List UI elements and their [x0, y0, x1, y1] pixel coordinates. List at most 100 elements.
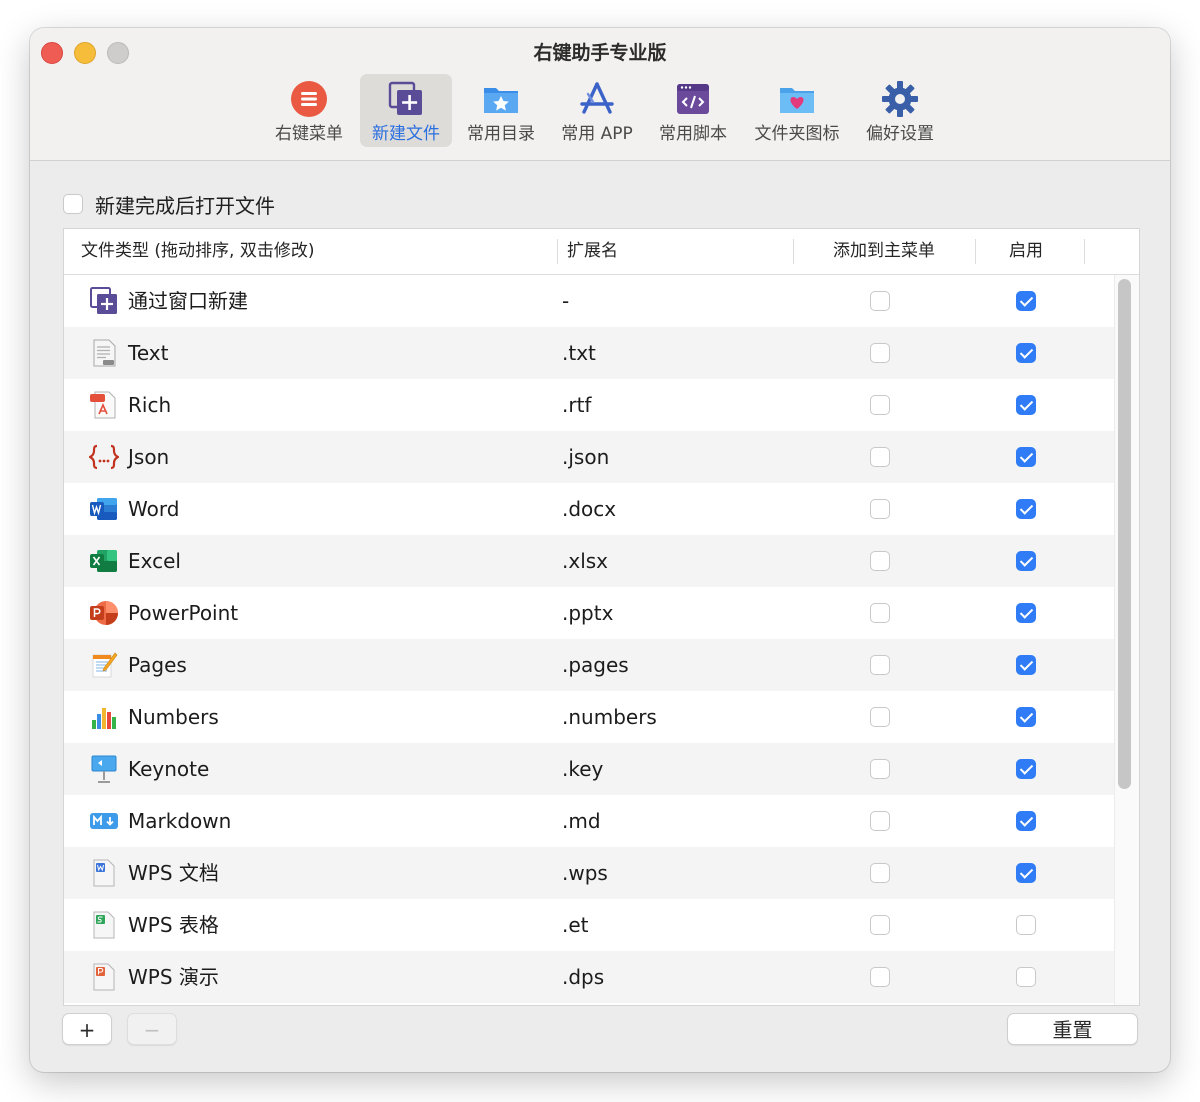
file-type-name: Pages — [128, 653, 187, 677]
column-divider — [1084, 239, 1085, 264]
main-content: 新建完成后打开文件 文件类型 (拖动排序, 双击修改) 扩展名 添加到主菜单 启… — [30, 161, 1170, 1072]
enabled-checkbox[interactable] — [1016, 499, 1036, 519]
app-window: 右键助手专业版 右键菜单 新建文件 常用目录 常用 APP 常用脚本 文件夹图标… — [30, 28, 1170, 1072]
add-to-main-checkbox[interactable] — [870, 395, 890, 415]
open-after-create-option[interactable]: 新建完成后打开文件 — [63, 189, 275, 219]
enabled-checkbox[interactable] — [1016, 707, 1036, 727]
table-row[interactable]: Keynote .key — [64, 743, 1114, 795]
table-row[interactable]: Markdown .md — [64, 795, 1114, 847]
column-header-add-to-main[interactable]: 添加到主菜单 — [794, 229, 974, 274]
menu-list-icon — [291, 81, 327, 117]
file-type-name: Keynote — [128, 757, 210, 781]
add-to-main-checkbox[interactable] — [870, 291, 890, 311]
wps-writer-icon — [93, 859, 115, 887]
file-extension: .json — [562, 445, 610, 469]
script-icon — [677, 84, 709, 114]
heart-folder-icon — [780, 88, 814, 113]
add-to-main-checkbox[interactable] — [870, 759, 890, 779]
file-extension: .xlsx — [562, 549, 609, 573]
add-to-main-checkbox[interactable] — [870, 499, 890, 519]
file-type-name: Excel — [128, 549, 181, 573]
tab-common-scripts[interactable]: 常用脚本 — [647, 74, 739, 147]
tab-new-file[interactable]: 新建文件 — [360, 74, 452, 147]
add-to-main-checkbox[interactable] — [870, 603, 890, 623]
markdown-icon — [90, 813, 118, 829]
scrollbar-thumb[interactable] — [1118, 279, 1131, 789]
open-after-create-label: 新建完成后打开文件 — [95, 193, 275, 218]
table-row[interactable]: Text .txt — [64, 327, 1114, 379]
tab-common-folders[interactable]: 常用目录 — [455, 74, 547, 147]
tab-label: 常用目录 — [467, 124, 535, 144]
table-row[interactable]: WPS 演示 .dps — [64, 951, 1114, 1003]
add-to-main-checkbox[interactable] — [870, 967, 890, 987]
tab-label: 常用脚本 — [659, 124, 727, 144]
app-store-icon — [580, 82, 614, 114]
tab-context-menu[interactable]: 右键菜单 — [262, 74, 356, 147]
table-row[interactable]: Pages .pages — [64, 639, 1114, 691]
remove-file-type-button[interactable]: − — [127, 1013, 177, 1045]
pages-icon — [92, 652, 118, 678]
add-to-main-checkbox[interactable] — [870, 707, 890, 727]
enabled-checkbox[interactable] — [1016, 603, 1036, 623]
table-row[interactable]: Json .json — [64, 431, 1114, 483]
add-to-main-checkbox[interactable] — [870, 447, 890, 467]
enabled-checkbox[interactable] — [1016, 395, 1036, 415]
table-row[interactable]: PowerPoint .pptx — [64, 587, 1114, 639]
tab-label: 常用 APP — [561, 124, 633, 144]
add-to-main-checkbox[interactable] — [870, 863, 890, 883]
json-file-icon — [89, 444, 119, 470]
file-type-name: Rich — [128, 393, 172, 417]
table-row[interactable]: WPS 表格 .et — [64, 899, 1114, 951]
enabled-checkbox[interactable] — [1016, 915, 1036, 935]
tab-common-apps[interactable]: 常用 APP — [550, 74, 644, 147]
file-type-table: 文件类型 (拖动排序, 双击修改) 扩展名 添加到主菜单 启用 通过窗口新建 -… — [63, 228, 1140, 1006]
file-type-name: WPS 演示 — [128, 965, 219, 989]
tab-preferences[interactable]: 偏好设置 — [855, 74, 945, 147]
file-type-name: WPS 表格 — [128, 913, 219, 937]
titlebar: 右键助手专业版 右键菜单 新建文件 常用目录 常用 APP 常用脚本 文件夹图标… — [30, 28, 1170, 161]
add-to-main-checkbox[interactable] — [870, 655, 890, 675]
numbers-icon — [92, 708, 116, 729]
add-to-main-checkbox[interactable] — [870, 343, 890, 363]
column-header-enabled[interactable]: 启用 — [976, 229, 1076, 274]
column-header-file-type[interactable]: 文件类型 (拖动排序, 双击修改) — [81, 229, 314, 274]
add-to-main-checkbox[interactable] — [870, 915, 890, 935]
enabled-checkbox[interactable] — [1016, 343, 1036, 363]
rtf-file-icon — [90, 391, 116, 419]
enabled-checkbox[interactable] — [1016, 811, 1036, 831]
file-type-name: Markdown — [128, 809, 232, 833]
table-row[interactable]: Excel .xlsx — [64, 535, 1114, 587]
table-row[interactable]: Numbers .numbers — [64, 691, 1114, 743]
enabled-checkbox[interactable] — [1016, 447, 1036, 467]
open-after-create-checkbox[interactable] — [63, 194, 83, 214]
table-row[interactable]: Rich .rtf — [64, 379, 1114, 431]
tab-label: 新建文件 — [372, 124, 440, 144]
add-file-type-button[interactable]: + — [62, 1013, 112, 1045]
enabled-checkbox[interactable] — [1016, 967, 1036, 987]
tab-folder-icons[interactable]: 文件夹图标 — [742, 74, 852, 147]
new-file-icon — [388, 81, 422, 115]
table-row[interactable]: 通过窗口新建 - — [64, 275, 1114, 327]
table-row[interactable]: Word .docx — [64, 483, 1114, 535]
add-to-main-checkbox[interactable] — [870, 551, 890, 571]
wps-slides-icon — [93, 963, 115, 991]
file-type-name: WPS 文档 — [128, 861, 219, 885]
column-header-extension[interactable]: 扩展名 — [567, 229, 618, 274]
reset-button[interactable]: 重置 — [1007, 1013, 1138, 1045]
file-type-name: Numbers — [128, 705, 219, 729]
wps-sheet-icon — [93, 911, 115, 939]
file-type-name: Json — [128, 445, 170, 469]
file-extension: .md — [562, 809, 601, 833]
enabled-checkbox[interactable] — [1016, 291, 1036, 311]
file-extension: .wps — [562, 861, 608, 885]
enabled-checkbox[interactable] — [1016, 759, 1036, 779]
table-body: 通过窗口新建 - Text .txt Rich .rtf Json .json … — [64, 275, 1114, 1005]
excel-icon — [90, 550, 117, 572]
add-to-main-checkbox[interactable] — [870, 811, 890, 831]
enabled-checkbox[interactable] — [1016, 655, 1036, 675]
new-window-icon — [90, 287, 117, 314]
powerpoint-icon — [90, 601, 118, 625]
table-row[interactable]: WPS 文档 .wps — [64, 847, 1114, 899]
enabled-checkbox[interactable] — [1016, 551, 1036, 571]
enabled-checkbox[interactable] — [1016, 863, 1036, 883]
